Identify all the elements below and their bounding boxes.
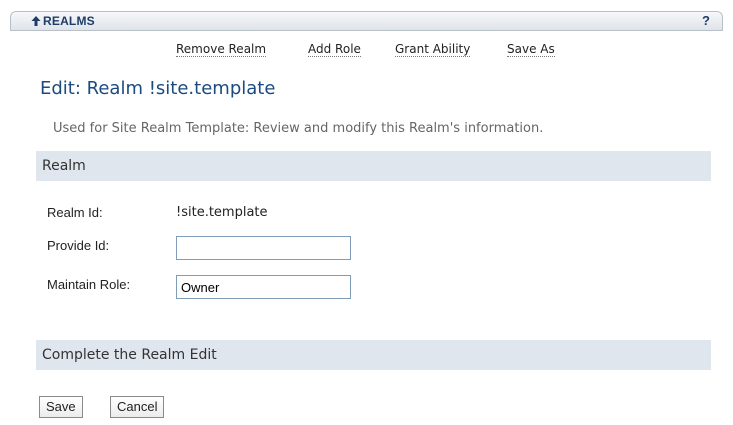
remove-realm-link[interactable]: Remove Realm [176, 42, 267, 57]
realms-nav-link[interactable]: REALMS [31, 14, 95, 28]
realms-title: REALMS [43, 14, 95, 28]
up-arrow-icon [31, 16, 41, 26]
save-button[interactable]: Save [39, 396, 83, 418]
realm-section-header: Realm [36, 151, 711, 181]
cancel-button[interactable]: Cancel [110, 396, 165, 418]
maintain-role-label: Maintain Role: [47, 277, 131, 292]
add-role-link[interactable]: Add Role [308, 42, 361, 57]
complete-section-header: Complete the Realm Edit [36, 340, 711, 370]
tool-title-bar: REALMS ? [10, 11, 723, 31]
grant-ability-link[interactable]: Grant Ability [395, 42, 471, 57]
instructions-text: Used for Site Realm Template: Review and… [53, 121, 544, 136]
realm-id-label: Realm Id: [47, 205, 103, 220]
action-toolbar: Remove Realm Add Role Grant Ability Save… [0, 33, 733, 61]
save-as-link[interactable]: Save As [507, 42, 555, 57]
maintain-role-input[interactable] [176, 275, 351, 299]
help-icon[interactable]: ? [702, 13, 710, 28]
provide-id-input[interactable] [176, 236, 351, 260]
realm-id-value: !site.template [176, 205, 268, 220]
page-title: Edit: Realm !site.template [40, 78, 276, 99]
provide-id-label: Provide Id: [47, 238, 110, 253]
realm-edit-page: REALMS ? Remove Realm Add Role Grant Abi… [0, 0, 733, 425]
